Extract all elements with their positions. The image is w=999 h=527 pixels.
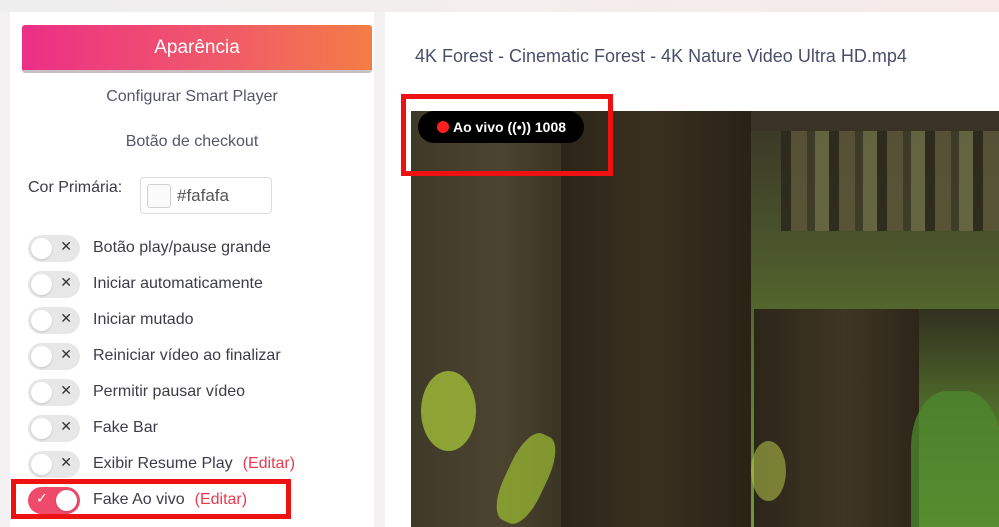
toggle-knob <box>31 274 52 295</box>
primary-color-field[interactable]: #fafafa <box>140 177 272 214</box>
video-frame-fern <box>911 391 999 527</box>
toggle-play-pause[interactable]: ✕ <box>28 235 80 262</box>
toggle-fake-bar[interactable]: ✕ <box>28 415 80 442</box>
top-bar <box>0 0 999 12</box>
close-icon: ✕ <box>60 347 72 363</box>
close-icon: ✕ <box>60 239 72 255</box>
toggle-row-allow-pause: ✕ Permitir pausar vídeo <box>28 377 368 407</box>
video-preview-panel: 4K Forest - Cinematic Forest - 4K Nature… <box>385 12 999 527</box>
video-frame-leaf <box>751 441 786 501</box>
toggle-label-text: Exibir Resume Play <box>93 455 233 472</box>
toggle-label: Botão play/pause grande <box>93 239 271 256</box>
toggle-label: Fake Bar <box>93 419 158 436</box>
toggle-knob <box>31 382 52 403</box>
tab-appearance[interactable]: Aparência <box>22 25 372 73</box>
close-icon: ✕ <box>60 383 72 399</box>
close-icon: ✕ <box>60 419 72 435</box>
toggle-row-muted: ✕ Iniciar mutado <box>28 305 368 335</box>
toggle-resume-play[interactable]: ✕ <box>28 451 80 478</box>
tab-checkout-button[interactable]: Botão de checkout <box>10 133 374 151</box>
toggle-knob <box>31 346 52 367</box>
edit-resume-play-link[interactable]: (Editar) <box>243 455 295 472</box>
toggle-row-autoplay: ✕ Iniciar automaticamente <box>28 269 368 299</box>
toggle-label: Iniciar mutado <box>93 311 194 328</box>
primary-color-value: #fafafa <box>177 186 229 205</box>
toggle-label: Reiniciar vídeo ao finalizar <box>93 347 281 364</box>
close-icon: ✕ <box>60 311 72 327</box>
toggle-muted[interactable]: ✕ <box>28 307 80 334</box>
highlight-box-live-badge <box>401 94 613 176</box>
toggle-knob <box>31 238 52 259</box>
highlight-box-fake-live <box>11 479 291 519</box>
toggle-restart[interactable]: ✕ <box>28 343 80 370</box>
toggle-row-play-pause: ✕ Botão play/pause grande <box>28 233 368 263</box>
toggle-knob <box>31 454 52 475</box>
close-icon: ✕ <box>60 275 72 291</box>
toggle-label: Permitir pausar vídeo <box>93 383 246 400</box>
primary-color-label: Cor Primária: <box>28 179 123 196</box>
toggle-knob <box>31 418 52 439</box>
toggle-allow-pause[interactable]: ✕ <box>28 379 80 406</box>
toggle-label: Exibir Resume Play (Editar) <box>93 455 295 473</box>
toggle-row-fake-bar: ✕ Fake Bar <box>28 413 368 443</box>
video-frame-leaf <box>421 371 476 451</box>
video-title: 4K Forest - Cinematic Forest - 4K Nature… <box>415 46 907 66</box>
video-frame-trees <box>781 131 999 231</box>
toggle-knob <box>31 310 52 331</box>
toggle-row-restart: ✕ Reiniciar vídeo ao finalizar <box>28 341 368 371</box>
close-icon: ✕ <box>60 455 72 471</box>
settings-panel: Aparência Configurar Smart Player Botão … <box>10 12 374 527</box>
color-swatch[interactable] <box>147 184 171 208</box>
toggle-row-resume-play: ✕ Exibir Resume Play (Editar) <box>28 449 368 479</box>
toggle-autoplay[interactable]: ✕ <box>28 271 80 298</box>
toggle-label: Iniciar automaticamente <box>93 275 263 292</box>
tab-configure-smart-player[interactable]: Configurar Smart Player <box>10 88 374 106</box>
